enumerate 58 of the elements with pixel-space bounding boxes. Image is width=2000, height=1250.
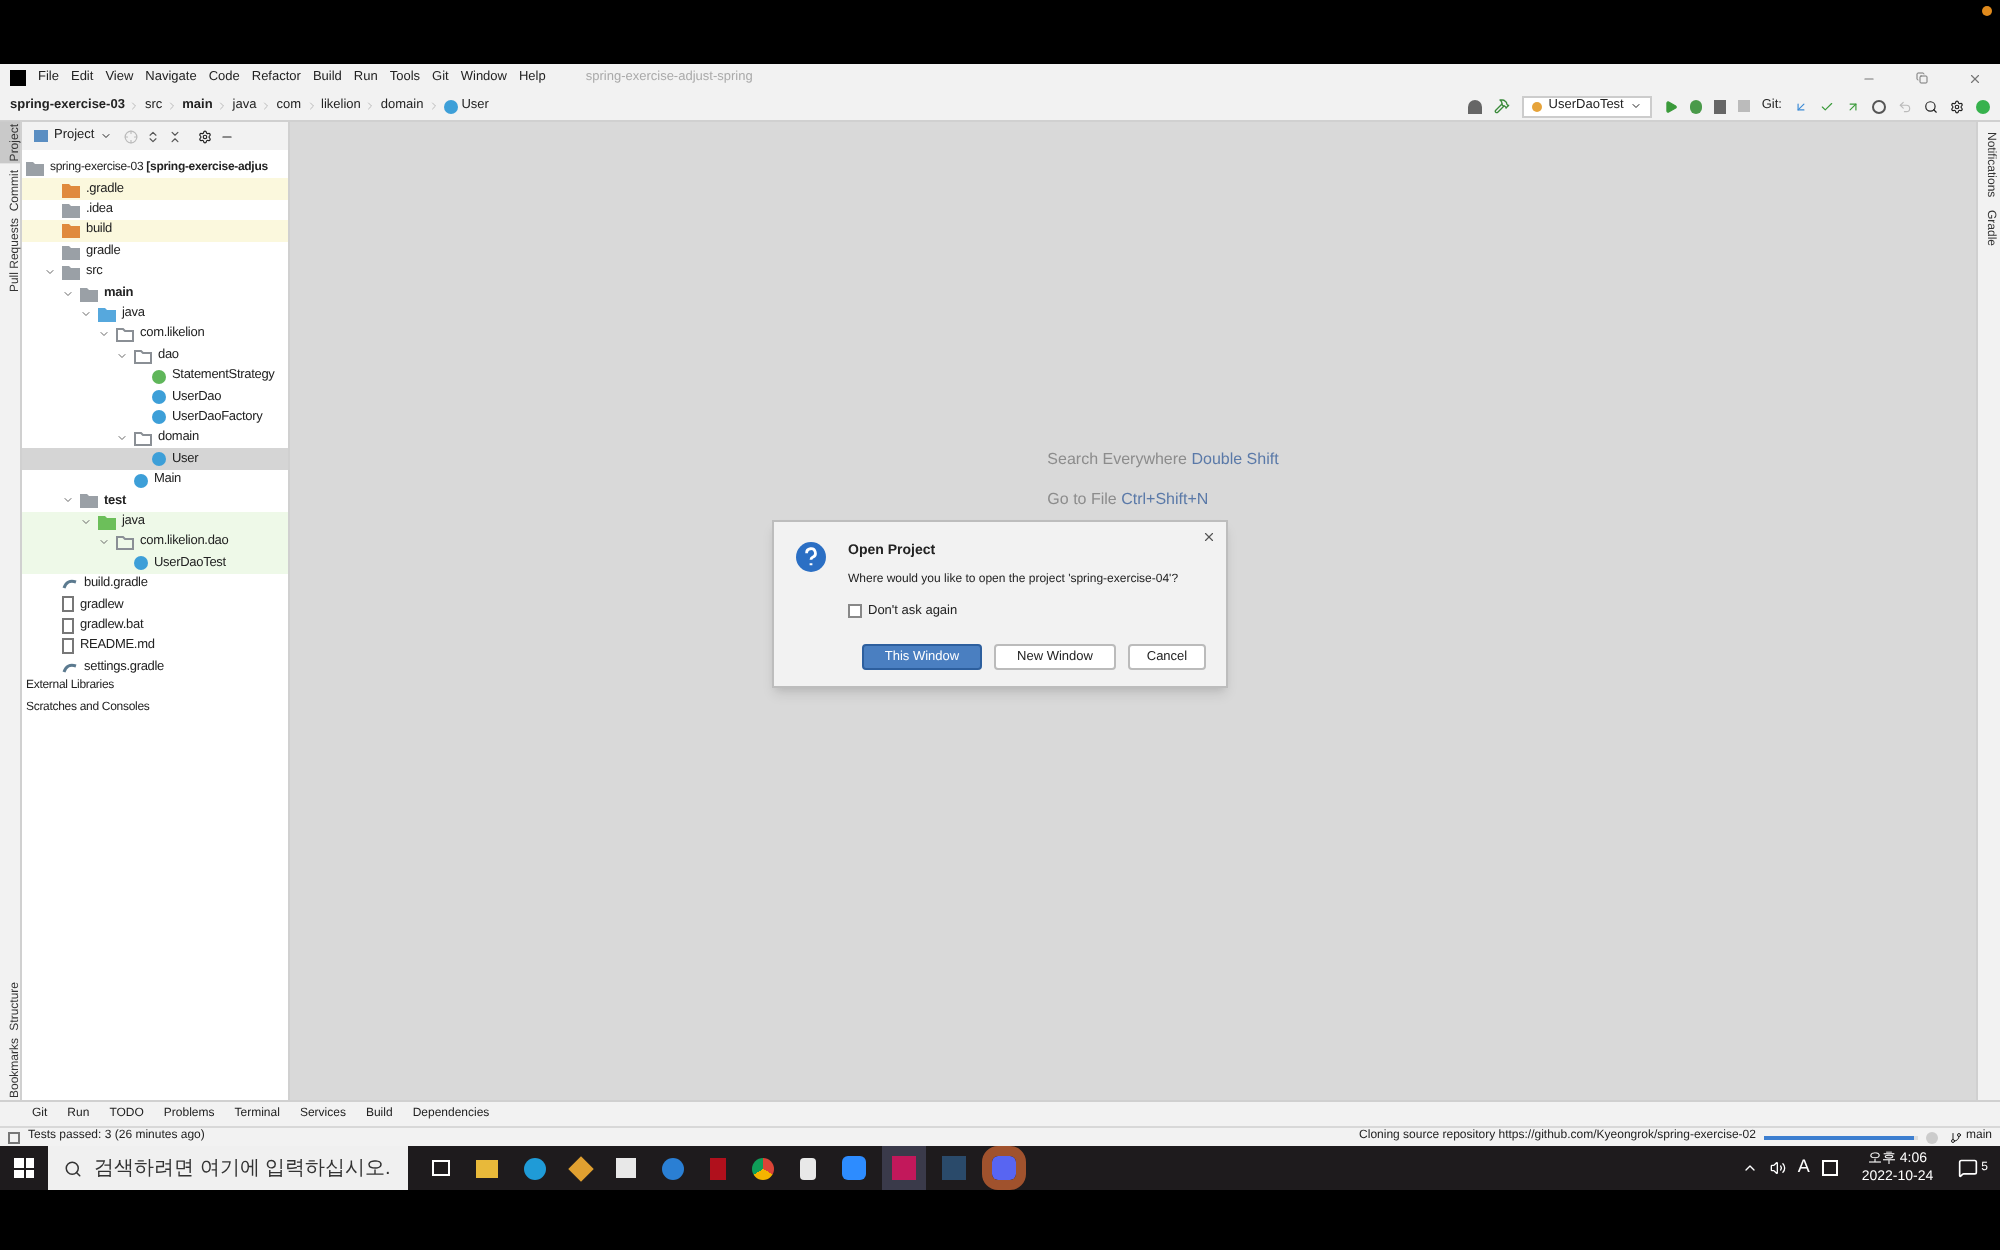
windows-start-icon[interactable]	[14, 1158, 34, 1178]
locate-icon[interactable]	[124, 129, 139, 143]
close-icon[interactable]	[1202, 530, 1216, 544]
rollback-icon[interactable]	[1898, 99, 1912, 113]
search-icon	[64, 1159, 82, 1177]
chevron-icon	[260, 100, 273, 112]
volume-icon[interactable]	[1769, 1160, 1786, 1176]
task-view-icon[interactable]	[432, 1160, 450, 1176]
tray-chevron-icon[interactable]	[1741, 1160, 1758, 1176]
push-icon[interactable]	[1846, 99, 1860, 113]
commit-icon[interactable]	[1820, 99, 1834, 113]
video-app-icon[interactable]	[842, 1156, 866, 1180]
notification-icon[interactable]	[1957, 1158, 1978, 1178]
user-icon[interactable]	[1468, 99, 1483, 113]
chevron-icon	[166, 100, 179, 112]
settings-icon[interactable]	[198, 129, 213, 143]
update-icon[interactable]	[1794, 99, 1808, 113]
chevron-icon	[427, 100, 440, 112]
collapse-all-icon[interactable]	[168, 129, 183, 143]
search-field[interactable]: 검색하려면 여기에 입력하십시오.	[48, 1146, 408, 1190]
chevron-icon[interactable]	[116, 432, 128, 445]
folder-icon	[134, 430, 152, 447]
search-icon[interactable]	[1924, 99, 1938, 113]
browser-icon[interactable]	[524, 1157, 546, 1179]
coverage-icon[interactable]	[1713, 99, 1726, 113]
chevron-icon	[216, 100, 229, 112]
question-icon	[796, 542, 826, 572]
interface-icon	[152, 369, 166, 384]
chevron-icon	[305, 100, 318, 112]
app-logo-icon	[10, 70, 26, 86]
close-icon[interactable]	[1968, 71, 1982, 85]
app-icon[interactable]	[800, 1157, 816, 1179]
expand-all-icon[interactable]	[146, 129, 161, 143]
ime-indicator[interactable]: A	[1797, 1154, 1810, 1182]
gradle-icon	[62, 576, 78, 592]
gradle-icon	[62, 659, 78, 676]
stop-icon[interactable]	[1737, 100, 1750, 112]
chevron-icon	[128, 100, 141, 112]
editor-hint: Go to File Ctrl+Shift+N	[1047, 488, 1209, 512]
search-placeholder: 검색하려면 여기에 입력하십시오.	[94, 1155, 391, 1183]
hammer-icon[interactable]	[1494, 98, 1511, 114]
restore-icon[interactable]	[1916, 72, 1928, 84]
class-icon	[443, 99, 458, 113]
plugin-icon[interactable]	[1976, 99, 1990, 113]
ime-mode-icon[interactable]	[1821, 1160, 1838, 1176]
debug-icon[interactable]	[1689, 99, 1702, 113]
run-icon[interactable]	[1663, 99, 1678, 113]
editor-hint: Search Everywhere Double Shift	[1047, 448, 1279, 472]
history-icon[interactable]	[1872, 99, 1886, 113]
checkbox[interactable]	[848, 603, 862, 618]
chrome-icon[interactable]	[752, 1157, 774, 1179]
folder-icon[interactable]	[476, 1159, 498, 1177]
caret-icon	[100, 130, 113, 142]
class-icon	[134, 556, 148, 571]
caret-icon	[1629, 100, 1642, 112]
status-icon	[8, 1131, 20, 1143]
chevron-icon	[364, 100, 377, 112]
settings-icon[interactable]	[1950, 99, 1964, 113]
